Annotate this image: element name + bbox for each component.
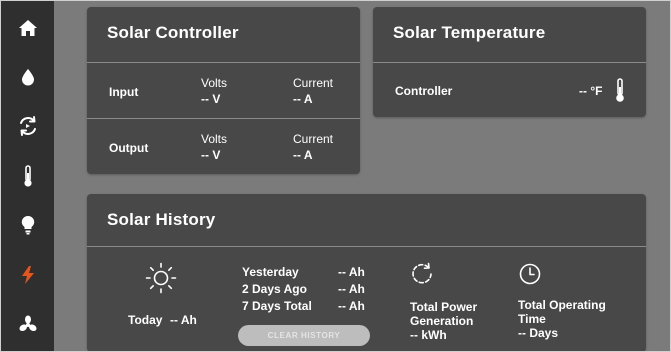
total-operating-time-label-line1: Total Operating — [518, 298, 606, 312]
yesterday-label: Yesterday — [242, 265, 299, 279]
total-operating-time-label-line2: Time — [518, 312, 546, 326]
rotate-sync-icon — [19, 116, 36, 136]
seven-days-total-label: 7 Days Total — [242, 299, 312, 313]
two-days-ago-label: 2 Days Ago — [242, 282, 307, 296]
lightning-bolt-icon — [21, 266, 34, 284]
nav-home[interactable] — [1, 3, 54, 53]
nav-sync[interactable] — [1, 101, 54, 151]
divider — [87, 246, 646, 247]
today-value: -- Ah — [170, 313, 197, 327]
output-current-value: -- A — [293, 148, 313, 162]
output-label: Output — [109, 141, 149, 155]
light-bulb-icon — [21, 215, 34, 235]
nav-water[interactable] — [1, 52, 54, 102]
card-title: Solar History — [107, 210, 216, 229]
solar-temperature-card: Solar Temperature Controller -- °F — [373, 7, 646, 117]
water-drop-icon — [21, 69, 34, 86]
seven-days-total-value: -- Ah — [338, 299, 365, 313]
thermometer-icon — [23, 165, 32, 187]
nav-temperature[interactable] — [1, 151, 54, 201]
input-current-label: Current — [293, 76, 334, 90]
divider — [87, 62, 360, 63]
nav-fan[interactable] — [1, 300, 54, 350]
home-icon — [18, 20, 37, 36]
input-volts-value: -- V — [201, 92, 221, 106]
input-volts-label: Volts — [201, 76, 228, 90]
today-label: Today — [128, 313, 163, 327]
output-volts-value: -- V — [201, 148, 221, 162]
two-days-ago-value: -- Ah — [338, 282, 365, 296]
output-volts-label: Volts — [201, 132, 228, 146]
total-operating-time-value: -- Days — [518, 326, 559, 340]
total-power-label-line1: Total Power — [410, 300, 478, 314]
yesterday-value: -- Ah — [338, 265, 365, 279]
total-power-value: -- kWh — [410, 328, 447, 342]
controller-temp-label: Controller — [395, 84, 453, 98]
card-title: Solar Temperature — [393, 23, 546, 42]
thermometer-icon — [616, 78, 624, 102]
nav-lighting[interactable] — [1, 200, 54, 250]
clear-history-button[interactable]: CLEAR HISTORY — [238, 325, 370, 346]
refresh-dashed-icon — [412, 262, 432, 284]
fan-icon — [18, 315, 37, 332]
controller-temp-value: -- °F — [579, 84, 603, 98]
divider — [87, 118, 360, 119]
nav-solar[interactable] — [1, 250, 54, 300]
sidebar-nav — [1, 1, 54, 351]
divider — [373, 62, 646, 63]
solar-controller-card: Solar Controller Input Volts -- V Curren… — [87, 7, 360, 174]
card-title: Solar Controller — [107, 23, 239, 42]
output-current-label: Current — [293, 132, 334, 146]
clock-icon — [519, 263, 541, 285]
total-power-label-line2: Generation — [410, 314, 474, 328]
sun-icon — [145, 262, 177, 294]
input-current-value: -- A — [293, 92, 313, 106]
input-label: Input — [109, 85, 139, 99]
